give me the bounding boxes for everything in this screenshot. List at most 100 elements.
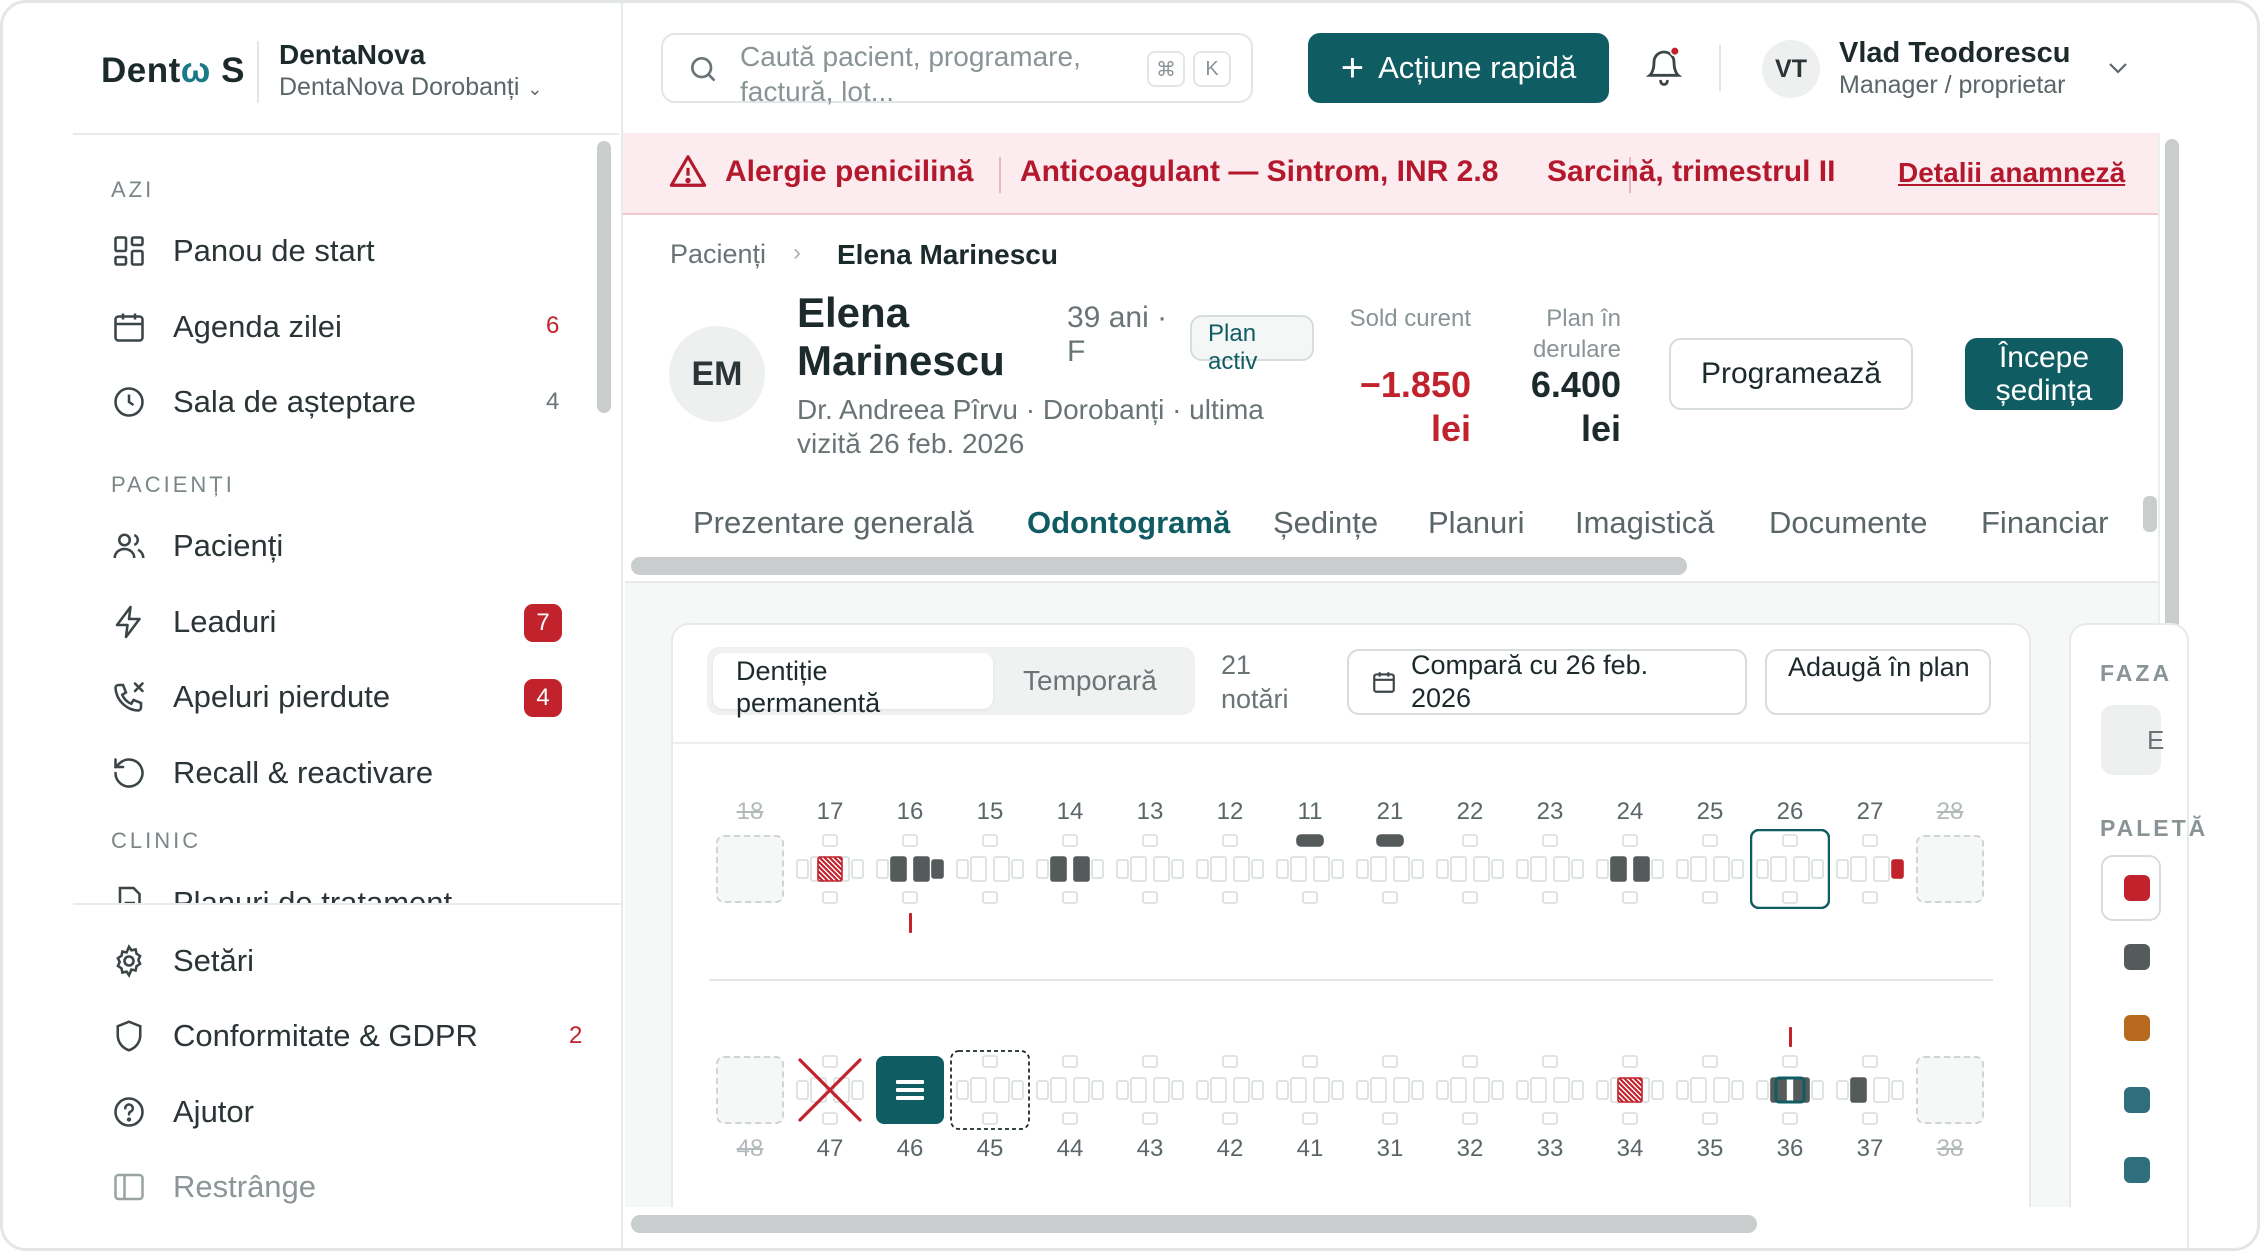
schedule-button[interactable]: Programează xyxy=(1669,338,1913,410)
search-input[interactable]: Caută pacient, programare, factură, lot.… xyxy=(661,33,1253,107)
tooth-14[interactable] xyxy=(1030,829,1110,909)
section-heading-clinic: CLINIC xyxy=(111,828,202,853)
tooth-41[interactable] xyxy=(1270,1050,1350,1130)
tooth-23[interactable] xyxy=(1510,829,1590,909)
sidebar-item-recall[interactable]: Recall & reactivare xyxy=(109,745,569,801)
tab-plans[interactable]: Planuri xyxy=(1428,505,1525,541)
tabs-scrollbar[interactable] xyxy=(631,557,1687,575)
anamnesis-details-link[interactable]: Detalii anamneză xyxy=(1898,157,2125,189)
tooth-number: 33 xyxy=(1536,1135,1564,1162)
user-role: Manager / proprietar xyxy=(1839,71,2066,99)
tooth-38-missing[interactable] xyxy=(1916,1056,1984,1124)
tooth-number: 15 xyxy=(976,798,1004,825)
swatch-orange[interactable] xyxy=(2124,1015,2150,1041)
tab-imaging[interactable]: Imagistică xyxy=(1575,505,1715,541)
tooth-28-missing[interactable] xyxy=(1916,835,1984,903)
sidebar-item-label: Panou de start xyxy=(173,233,375,268)
compare-label: Compară cu 26 feb. 2026 xyxy=(1411,650,1649,713)
tooth-11[interactable] xyxy=(1270,829,1350,909)
sidebar-item-label: Planuri de tratament xyxy=(173,885,453,903)
sidebar-item-waiting-room[interactable]: Sala de așteptare xyxy=(109,374,569,430)
swatch-teal[interactable] xyxy=(2124,1087,2150,1113)
tab-sessions[interactable]: Ședințe xyxy=(1273,505,1378,541)
sidebar-item-agenda[interactable]: Agenda zilei xyxy=(109,299,569,355)
content-scrollbar[interactable] xyxy=(631,1215,1757,1233)
tooth-24[interactable] xyxy=(1590,829,1670,909)
tooth-number: 22 xyxy=(1456,798,1484,825)
tooth-16[interactable] xyxy=(870,829,950,909)
shortcut-cmd-key: ⌘ xyxy=(1147,51,1185,87)
tooth-36[interactable] xyxy=(1750,1050,1830,1130)
sidebar-item-collapse[interactable]: Restrânge xyxy=(109,1159,569,1215)
sidebar-item-label: Pacienți xyxy=(173,528,284,563)
segment-temporary[interactable]: Temporară xyxy=(1023,665,1157,697)
clinic-switcher[interactable]: DentaNova Dorobanți ⌄ xyxy=(279,73,543,102)
sidebar-item-label: Sala de așteptare xyxy=(173,384,417,419)
sidebar-item-compliance[interactable]: Conformitate & GDPR xyxy=(109,1008,569,1064)
tooth-13[interactable] xyxy=(1110,829,1190,909)
tooth-22[interactable] xyxy=(1430,829,1510,909)
sidebar-clip: Planuri de tratament xyxy=(73,863,613,903)
sidebar-item-missed-calls[interactable]: Apeluri pierdute xyxy=(109,669,569,725)
tooth-34[interactable] xyxy=(1590,1050,1670,1130)
tooth-37[interactable] xyxy=(1830,1050,1910,1130)
tooth-18-missing[interactable] xyxy=(716,835,784,903)
notifications-bell-icon[interactable] xyxy=(1644,45,1684,89)
tabs-scroll-thumb[interactable] xyxy=(2143,496,2157,532)
tooth-32[interactable] xyxy=(1430,1050,1510,1130)
tab-odontogram[interactable]: Odontogramă xyxy=(1027,505,1230,541)
tooth-21[interactable] xyxy=(1350,829,1430,909)
sidebar-item-settings[interactable]: Setări xyxy=(109,933,569,989)
sidebar-scrollbar[interactable] xyxy=(597,141,611,413)
tooth-44[interactable] xyxy=(1030,1050,1110,1130)
swatch-red[interactable] xyxy=(2124,875,2150,901)
add-to-plan-label: Adaugă în plan xyxy=(1788,652,1970,682)
tooth-46-implant[interactable] xyxy=(876,1056,944,1124)
tooth-33[interactable] xyxy=(1510,1050,1590,1130)
arch-divider xyxy=(709,979,1993,981)
tooth-43[interactable] xyxy=(1110,1050,1190,1130)
clinic-name[interactable]: DentaNova xyxy=(279,39,425,71)
tooth-number: 37 xyxy=(1856,1135,1884,1162)
swatch-grey[interactable] xyxy=(2124,944,2150,970)
tooth-42[interactable] xyxy=(1190,1050,1270,1130)
plus-icon: + xyxy=(1340,46,1365,90)
brand-logo[interactable]: Dentω S xyxy=(101,51,245,91)
sidebar-item-help[interactable]: Ajutor xyxy=(109,1084,569,1140)
quick-action-button[interactable]: + Acțiune rapidă xyxy=(1308,33,1609,103)
tooth-47[interactable] xyxy=(790,1050,870,1130)
chevron-down-icon[interactable] xyxy=(2106,59,2130,82)
tooth-26[interactable] xyxy=(1750,829,1830,909)
user-avatar[interactable]: VT xyxy=(1762,40,1820,98)
tooth-number: 44 xyxy=(1056,1135,1084,1162)
phase-button[interactable]: E xyxy=(2101,705,2164,775)
tooth-25[interactable] xyxy=(1670,829,1750,909)
tooth-number: 34 xyxy=(1616,1135,1644,1162)
sidebar-item-treatment-plans[interactable]: Planuri de tratament xyxy=(109,875,569,903)
tooth-15[interactable] xyxy=(950,829,1030,909)
tooth-45[interactable] xyxy=(950,1050,1030,1130)
tooth-number: 18 xyxy=(736,798,764,825)
tooth-31[interactable] xyxy=(1350,1050,1430,1130)
tooth-27[interactable] xyxy=(1830,829,1910,909)
tooth-17[interactable] xyxy=(790,829,870,909)
start-session-button[interactable]: Începe ședința xyxy=(1965,338,2123,410)
tooth-number: 48 xyxy=(736,1135,764,1162)
swatch-teal-2[interactable] xyxy=(2124,1157,2150,1183)
tooth-48-missing[interactable] xyxy=(716,1056,784,1124)
divider xyxy=(257,41,259,103)
tab-financial[interactable]: Financiar xyxy=(1981,505,2109,541)
search-placeholder: Caută pacient, programare, factură, lot.… xyxy=(740,41,1081,107)
tooth-number: 41 xyxy=(1296,1135,1324,1162)
tab-documents[interactable]: Documente xyxy=(1769,505,1928,541)
tooth-number: 14 xyxy=(1056,798,1084,825)
sidebar-item-dashboard[interactable]: Panou de start xyxy=(109,223,569,279)
user-name[interactable]: Vlad Teodorescu xyxy=(1839,37,2071,70)
breadcrumb-patients[interactable]: Pacienți xyxy=(670,239,766,270)
tab-overview[interactable]: Prezentare generală xyxy=(693,505,974,541)
sidebar-item-leads[interactable]: Leaduri xyxy=(109,594,569,650)
sidebar-item-patients[interactable]: Pacienți xyxy=(109,518,569,574)
tooth-35[interactable] xyxy=(1670,1050,1750,1130)
tooth-number: 23 xyxy=(1536,798,1564,825)
tooth-12[interactable] xyxy=(1190,829,1270,909)
